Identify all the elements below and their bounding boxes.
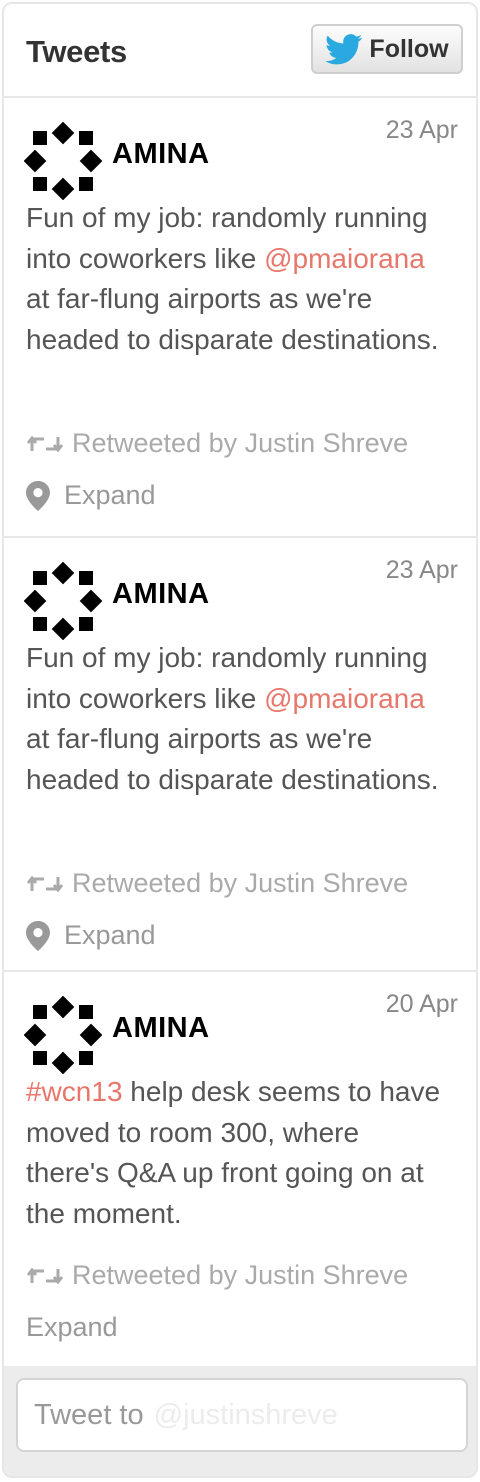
tweet-date[interactable]: 20 Apr [386, 990, 458, 1019]
retweet-icon [26, 875, 64, 892]
expand-label[interactable]: Expand [64, 920, 156, 951]
tweet-to-handle: @justinshreve [153, 1398, 338, 1431]
retweet-icon [26, 435, 64, 452]
amina-logo-icon [24, 562, 102, 640]
retweet-label: Retweeted by Justin Shreve [72, 868, 409, 898]
tweet-item[interactable]: AMINA 23 Apr Fun of my job: randomly run… [4, 538, 476, 972]
twitter-bird-icon [325, 34, 363, 65]
expand-label[interactable]: Expand [64, 480, 156, 511]
widget-header: Tweets Follow [4, 4, 476, 98]
expand-label[interactable]: Expand [26, 1312, 118, 1343]
widget-title: Tweets [26, 34, 127, 69]
follow-button[interactable]: Follow [311, 24, 463, 74]
expand-link[interactable]: Expand [26, 920, 156, 951]
hashtag-link[interactable]: #wcn13 [26, 1076, 123, 1107]
mention-link[interactable]: @pmaiorana [264, 243, 425, 274]
retweet-icon [26, 1267, 64, 1284]
tweet-item[interactable]: AMINA 23 Apr Fun of my job: randomly run… [4, 98, 476, 538]
location-pin-icon [26, 480, 50, 511]
tweet-to-input[interactable]: Tweet to @justinshreve [16, 1378, 468, 1452]
retweet-label: Retweeted by Justin Shreve [72, 428, 409, 458]
retweet-info: Retweeted by Justin Shreve [26, 1260, 408, 1291]
follow-button-label: Follow [369, 34, 449, 63]
tweet-date[interactable]: 23 Apr [386, 116, 458, 145]
retweet-info: Retweeted by Justin Shreve [26, 428, 408, 459]
expand-link[interactable]: Expand [26, 1312, 118, 1343]
tweet-author[interactable]: AMINA [112, 578, 210, 611]
tweet-author[interactable]: AMINA [112, 1012, 210, 1045]
amina-logo-icon [24, 122, 102, 200]
tweet-timeline-widget: Tweets Follow AMINA 23 Apr Fun of my job… [2, 2, 478, 1478]
retweet-label: Retweeted by Justin Shreve [72, 1260, 409, 1290]
tweet-text-part: at far-flung airports as we're headed to… [26, 723, 439, 795]
amina-logo-icon [24, 996, 102, 1074]
tweet-text: Fun of my job: randomly running into cow… [26, 638, 446, 800]
expand-link[interactable]: Expand [26, 480, 156, 511]
location-pin-icon [26, 920, 50, 951]
tweet-date[interactable]: 23 Apr [386, 556, 458, 585]
tweet-to-prefix: Tweet to [34, 1398, 144, 1431]
tweet-text: Fun of my job: randomly running into cow… [26, 198, 446, 360]
retweet-info: Retweeted by Justin Shreve [26, 868, 408, 899]
tweet-text: #wcn13 help desk seems to have moved to … [26, 1072, 446, 1234]
tweet-author[interactable]: AMINA [112, 138, 210, 171]
tweet-item[interactable]: AMINA 20 Apr #wcn13 help desk seems to h… [4, 972, 476, 1366]
compose-footer: Tweet to @justinshreve [4, 1366, 476, 1476]
mention-link[interactable]: @pmaiorana [264, 683, 425, 714]
tweet-text-part: at far-flung airports as we're headed to… [26, 283, 439, 355]
